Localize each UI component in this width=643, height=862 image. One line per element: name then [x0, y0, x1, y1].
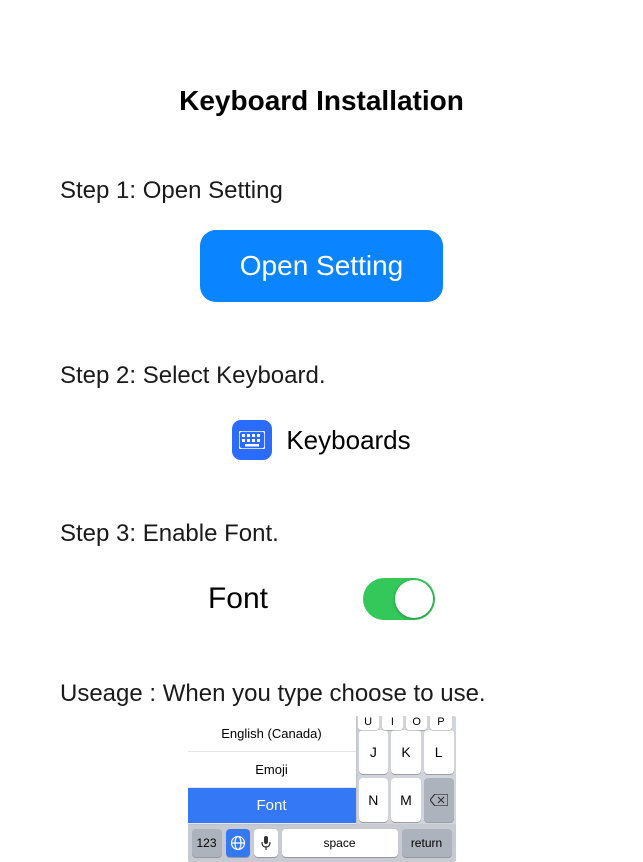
- key-123[interactable]: 123: [192, 829, 222, 857]
- step1-label: Step 1: Open Setting: [0, 177, 643, 205]
- keyboards-row[interactable]: Keyboards: [0, 420, 643, 460]
- font-label: Font: [208, 582, 268, 616]
- key-l[interactable]: L: [424, 730, 454, 774]
- usage-label: Useage : When you type choose to use.: [0, 680, 643, 708]
- keyboard-icon: [232, 420, 272, 460]
- font-toggle-row: Font: [0, 578, 643, 620]
- globe-icon[interactable]: [226, 829, 250, 857]
- page-title: Keyboard Installation: [0, 0, 643, 117]
- key-j[interactable]: J: [359, 730, 389, 774]
- key-k[interactable]: K: [391, 730, 421, 774]
- key-backspace[interactable]: [424, 778, 454, 822]
- keyboard-language-menu: English (Canada) Emoji Font: [188, 716, 356, 824]
- kb-menu-font[interactable]: Font: [188, 788, 356, 824]
- key-i[interactable]: I: [382, 716, 403, 730]
- font-toggle[interactable]: [363, 578, 435, 620]
- mic-icon[interactable]: [254, 829, 278, 857]
- kb-menu-emoji[interactable]: Emoji: [188, 752, 356, 788]
- open-setting-button[interactable]: Open Setting: [200, 230, 443, 302]
- toggle-knob: [395, 580, 433, 618]
- key-n[interactable]: N: [359, 778, 389, 822]
- key-return[interactable]: return: [402, 829, 452, 857]
- step3-label: Step 3: Enable Font.: [0, 520, 643, 548]
- keyboard-preview: English (Canada) Emoji Font J K L N M U …: [188, 716, 456, 862]
- key-o[interactable]: O: [406, 716, 427, 730]
- key-space[interactable]: space: [282, 829, 398, 857]
- step2-label: Step 2: Select Keyboard.: [0, 362, 643, 390]
- kb-menu-english[interactable]: English (Canada): [188, 716, 356, 752]
- key-m[interactable]: M: [391, 778, 421, 822]
- key-u[interactable]: U: [358, 716, 379, 730]
- key-p[interactable]: P: [430, 716, 451, 730]
- keyboards-label: Keyboards: [286, 425, 410, 456]
